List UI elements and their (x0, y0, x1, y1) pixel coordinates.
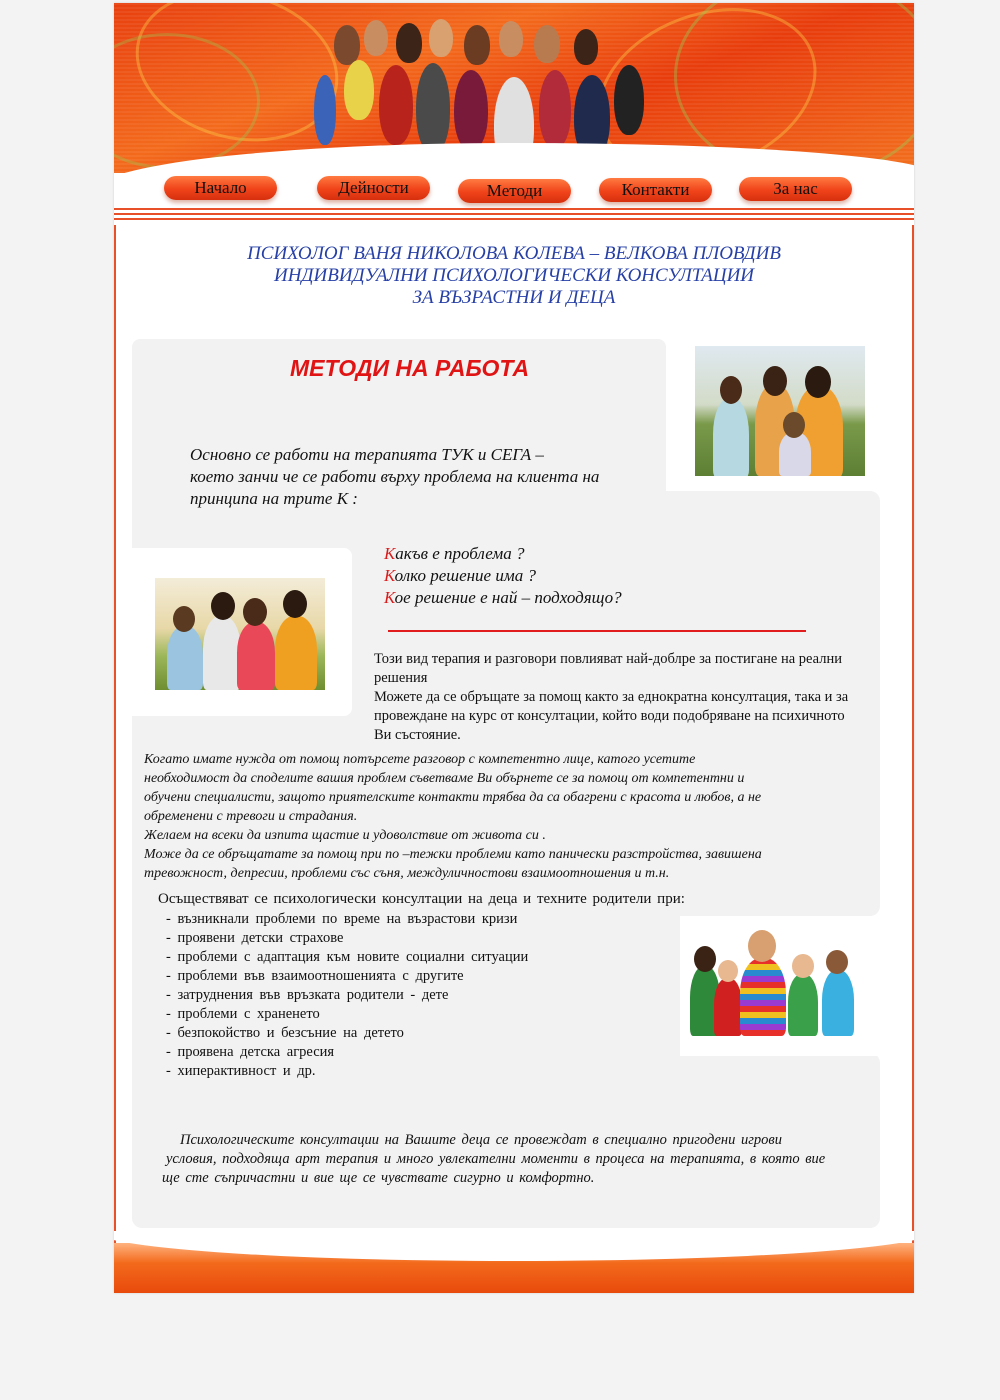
family-photo (695, 346, 865, 476)
consultations-list: - възникнали проблеми по време на възрас… (166, 910, 528, 1081)
intro-line: Основно се работи на терапията ТУК и СЕГ… (190, 445, 544, 464)
methods-intro: Основно се работи на терапията ТУК и СЕГ… (190, 444, 599, 510)
paragraph-line: Психологическите консултации на Вашите д… (180, 1132, 782, 1148)
header-divider (114, 208, 914, 228)
paragraph-line: Когато имате нужда от помощ потърсете ра… (144, 752, 696, 767)
consultations-heading: Осъществяват се психологически консултац… (158, 891, 685, 907)
list-item: - безпокойство и безсъние на детето (166, 1025, 404, 1041)
list-item: - хиперактивност и др. (166, 1063, 316, 1079)
red-divider (388, 630, 806, 632)
paragraph-line: обременени с тревоги и страдания. (144, 809, 358, 824)
list-item: - затруднения във връзката родители - де… (166, 987, 449, 1003)
site-title-line: ПСИХОЛОГ ВАНЯ НИКОЛОВА КОЛЕВА – ВЕЛКОВА … (247, 243, 781, 264)
three-k-list: Какъв е проблема ? Колко решение има ? К… (384, 543, 622, 609)
methods-heading: МЕТОДИ НА РАБОТА (290, 355, 530, 381)
list-item: - проявена детска агресия (166, 1044, 335, 1060)
site-title: ПСИХОЛОГ ВАНЯ НИКОЛОВА КОЛЕВА – ВЕЛКОВА … (114, 243, 914, 309)
intro-line: което занчи че се работи върху проблема … (190, 467, 600, 486)
k-item: Какъв е проблема ? (384, 544, 525, 563)
intro-line: принципа на трите К : (190, 489, 358, 508)
left-border (114, 225, 116, 1255)
k-item: Кое решение е най – подходящо? (384, 588, 622, 607)
paragraph-line: необходимост да споделите вашия проблем … (144, 771, 745, 786)
k-item: Колко решение има ? (384, 566, 536, 585)
paragraph-line: Този вид терапия и разговори повлияват н… (374, 651, 842, 686)
list-item: - проявени детски страхове (166, 930, 344, 946)
friends-photo (155, 578, 325, 690)
list-item: - проблеми във взаимоотношенията с други… (166, 968, 464, 984)
nav-about[interactable]: За нас (739, 177, 852, 201)
paragraph-line: условия, подходяща арт терапия и много у… (166, 1151, 826, 1167)
list-item: - проблеми с адаптация към новите социал… (166, 949, 529, 965)
paragraph-line: Може да се обръщатате за помощ при по –т… (144, 847, 762, 862)
children-photo (688, 926, 858, 1036)
header-banner (114, 3, 914, 173)
list-item: - проблеми с храненето (166, 1006, 320, 1022)
nav-contacts[interactable]: Контакти (599, 178, 712, 202)
main-nav: Начало Дейности Методи Контакти За нас (114, 176, 914, 206)
nav-home[interactable]: Начало (164, 176, 277, 200)
page-container: Начало Дейности Методи Контакти За нас П… (114, 3, 914, 1293)
site-title-line: ЗА ВЪЗРАСТНИ И ДЕЦА (412, 287, 616, 308)
site-title-line: ИНДИВИДУАЛНИ ПСИХОЛОГИЧЕСКИ КОНСУЛТАЦИИ (273, 265, 755, 286)
closing-paragraph: Психологическите консултации на Вашите д… (162, 1131, 872, 1188)
therapy-paragraph: Този вид терапия и разговори повлияват н… (374, 650, 864, 745)
right-border (912, 225, 914, 1255)
paragraph-line: тревожност, депресии, проблеми със съня,… (144, 866, 670, 881)
nav-methods[interactable]: Методи (458, 179, 571, 203)
help-paragraph: Когато имате нужда от помощ потърсете ра… (144, 750, 874, 883)
paragraph-line: Желаем на всеки да изпита щастие и удово… (144, 828, 546, 843)
nav-activities[interactable]: Дейности (317, 176, 430, 200)
list-item: - възникнали проблеми по време на възрас… (166, 911, 518, 927)
paragraph-line: обучени специалисти, защото приятелските… (144, 790, 762, 805)
paragraph-line: ще сте съпричастни и вие ще се чувствате… (162, 1170, 595, 1186)
paragraph-line: Можете да се обръщате за помощ както за … (374, 689, 849, 743)
